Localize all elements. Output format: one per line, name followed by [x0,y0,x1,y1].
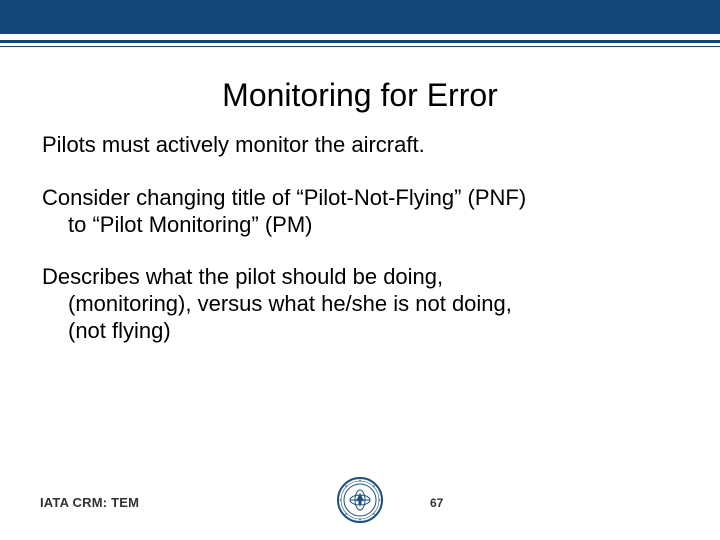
footer: IATA CRM: TEM [0,472,720,528]
paragraph-2: Consider changing title of “Pilot-Not-Fl… [40,185,680,239]
footer-label: IATA CRM: TEM [40,495,139,510]
para3-line3: (not flying) [42,318,680,345]
para3-line1: Describes what the pilot should be doing… [42,264,443,289]
content-area: Monitoring for Error Pilots must activel… [0,47,720,540]
slide: Monitoring for Error Pilots must activel… [0,0,720,540]
para1-text: Pilots must actively monitor the aircraf… [42,132,425,157]
paragraph-1: Pilots must actively monitor the aircraf… [40,132,680,159]
para2-line2: to “Pilot Monitoring” (PM) [42,212,680,239]
paragraph-3: Describes what the pilot should be doing… [40,264,680,344]
iata-seal-icon [336,476,384,524]
header-band [0,0,720,34]
slide-title: Monitoring for Error [40,77,680,114]
page-number: 67 [430,496,443,510]
para3-line2: (monitoring), versus what he/she is not … [42,291,680,318]
para2-line1: Consider changing title of “Pilot-Not-Fl… [42,185,526,210]
header-rules [0,34,720,47]
